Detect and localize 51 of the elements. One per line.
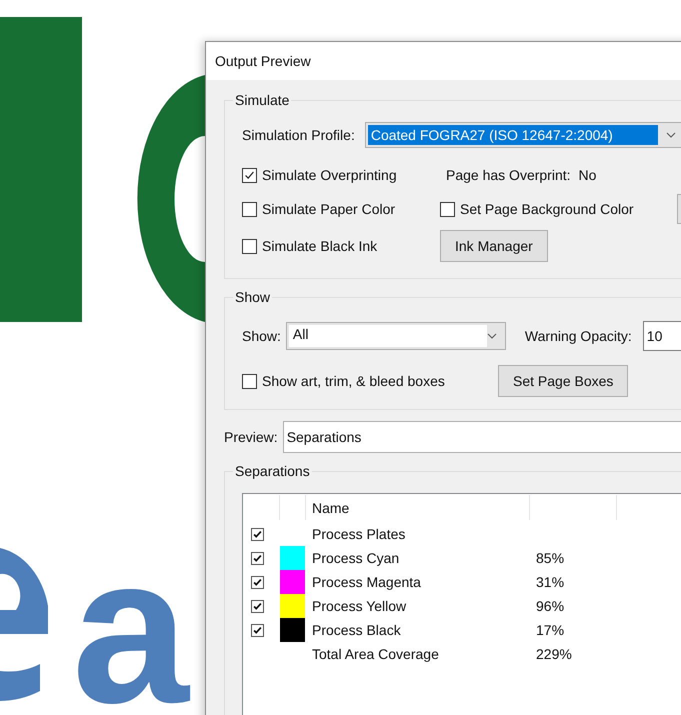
table-cell-text: Process Magenta (311, 573, 422, 592)
set-page-boxes-button[interactable]: Set Page Boxes (498, 365, 628, 397)
checkmark-icon (252, 552, 263, 564)
table-cell-text: 85% (535, 549, 566, 568)
field-label: Simulation Profile: (242, 127, 355, 143)
checkmark-icon (252, 576, 263, 588)
group-label: Simulate (234, 92, 290, 108)
paper-color-checkbox-label[interactable]: Simulate Paper Color (262, 201, 396, 217)
checkbox[interactable] (251, 624, 264, 636)
table-cell-text: 229% (535, 645, 573, 664)
chevron-down-icon (486, 333, 497, 339)
checkbox[interactable] (242, 202, 257, 216)
table-cell-text: Process Plates (311, 525, 406, 544)
checkbox[interactable] (242, 238, 257, 254)
document-heading: a (72, 545, 189, 715)
show-dropdown[interactable]: All (286, 322, 506, 350)
table-cell-text: Process Black (311, 621, 402, 640)
preview-field[interactable]: Separations (282, 421, 681, 453)
window-title: Output Preview (215, 53, 311, 69)
checkbox[interactable] (251, 600, 264, 612)
field-label: Warning Opacity: (524, 328, 632, 344)
checkmark-icon (252, 600, 263, 612)
checkbox[interactable] (251, 576, 264, 588)
background-checkbox-label[interactable]: Set Page Background Color (460, 201, 634, 217)
checkmark-icon (252, 624, 263, 636)
column-header[interactable]: Name (306, 495, 530, 520)
table-cell-text: Total Area Coverage (311, 645, 440, 664)
overprinting-checkbox-label[interactable]: Simulate Overprinting (262, 167, 397, 183)
group-label: Show (234, 289, 272, 305)
checkbox[interactable] (440, 202, 455, 216)
checkbox[interactable] (251, 528, 264, 540)
field-label: Show: (242, 328, 281, 344)
group-label: Separations (234, 463, 311, 479)
ink-manager-button[interactable]: Ink Manager (440, 230, 548, 262)
checkbox[interactable] (251, 552, 264, 564)
table-cell-text: 96% (535, 597, 566, 616)
field-label: Preview: (224, 429, 278, 445)
table-cell-text: Process Yellow (311, 597, 408, 616)
opacity-field[interactable]: 10 (642, 321, 681, 351)
checkmark-icon (252, 528, 263, 540)
chevron-down-icon (666, 132, 676, 138)
table-cell-text: 17% (535, 621, 566, 640)
info-label: Page has Overprint: (446, 167, 571, 183)
profile-dropdown[interactable]: Coated FOGRA27 (ISO 12647-2:2004) (364, 122, 681, 148)
table-cell-text: Process Cyan (311, 549, 400, 568)
checkbox[interactable] (242, 168, 257, 182)
ink-simulation-checkbox-label[interactable]: Simulate Black Ink (262, 238, 378, 254)
info-value: No (578, 167, 596, 183)
boxes-checkbox-label[interactable]: Show art, trim, & bleed boxes (262, 373, 445, 389)
checkbox[interactable] (242, 374, 257, 388)
table-cell-text: 31% (535, 573, 566, 592)
